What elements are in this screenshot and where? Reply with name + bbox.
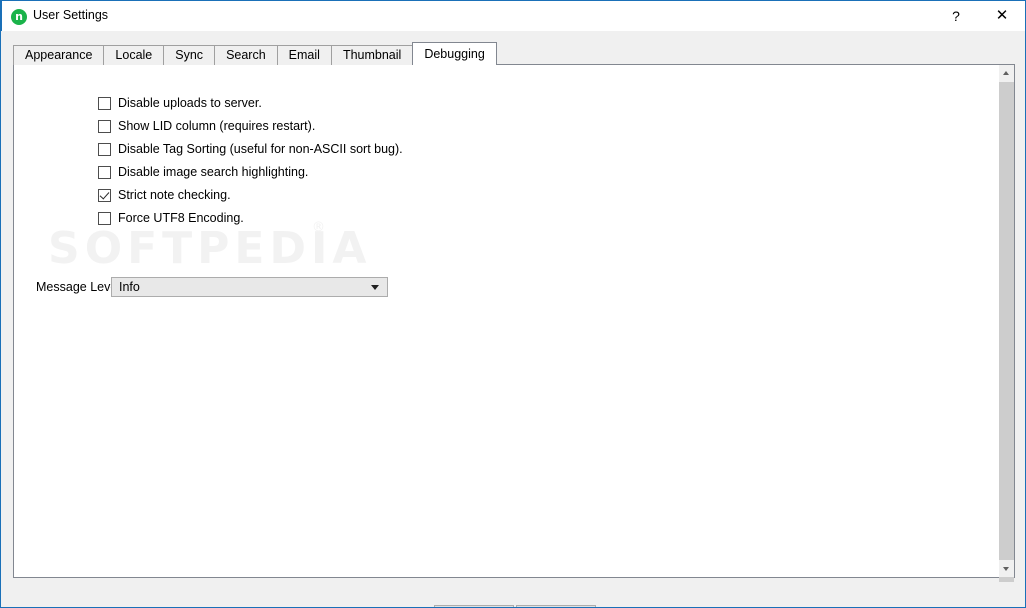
message-level-value: Info [119,280,140,294]
tab-label: Email [288,48,320,62]
checkbox-row-disable-tag-sorting[interactable]: Disable Tag Sorting (useful for non-ASCI… [98,140,403,158]
chevron-down-icon [371,285,379,290]
checkbox-label: Strict note checking. [118,188,231,202]
user-settings-dialog: n User Settings ? ✕ Appearance Locale Sy… [0,0,1026,608]
tab-label: Locale [115,48,153,62]
settings-tab-widget: Appearance Locale Sync Search Email Thum… [13,42,1015,582]
chevron-down-icon [1003,567,1009,571]
checkbox-disable-uploads[interactable] [98,96,111,110]
tab-email[interactable]: Email [276,45,332,65]
checkbox-disable-tag-sorting[interactable] [98,142,111,156]
tab-thumbnail[interactable]: Thumbnail [330,45,414,65]
checkbox-force-utf8-encoding[interactable] [98,211,111,225]
tab-label: Thumbnail [342,48,402,62]
tab-label: Search [226,48,266,62]
checkbox-label: Disable uploads to server. [118,96,262,110]
close-button[interactable]: ✕ [979,1,1025,31]
tab-sync[interactable]: Sync [163,45,216,65]
checkbox-label: Force UTF8 Encoding. [118,211,244,225]
app-icon: n [11,9,27,25]
message-level-label: Message Level [36,280,121,294]
title-bar: n User Settings ? ✕ [1,0,1025,31]
debugging-content: SOFTPEDIA ® Disable uploads to server. S… [14,65,998,577]
checkbox-label: Disable Tag Sorting (useful for non-ASCI… [118,142,403,156]
checkbox-row-disable-uploads[interactable]: Disable uploads to server. [98,94,262,112]
tab-debugging[interactable]: Debugging [412,42,497,65]
tab-locale[interactable]: Locale [103,45,165,65]
checkbox-row-show-lid-column[interactable]: Show LID column (requires restart). [98,117,315,135]
tab-label: Appearance [25,48,93,62]
tab-label: Debugging [424,47,485,61]
checkbox-strict-note-checking[interactable] [98,188,111,202]
tab-label: Sync [175,48,204,62]
dialog-button-bar: OK Cancel [2,591,1025,607]
checkbox-label: Disable image search highlighting. [118,165,309,179]
scroll-up-button[interactable] [999,65,1014,82]
tab-appearance[interactable]: Appearance [13,45,105,65]
checkbox-row-disable-image-search-highlighting[interactable]: Disable image search highlighting. [98,163,308,181]
checkbox-label: Show LID column (requires restart). [118,119,316,133]
vertical-scrollbar[interactable] [998,65,1014,582]
selected-tab-seam [413,64,495,65]
checkbox-row-force-utf8-encoding[interactable]: Force UTF8 Encoding. [98,209,244,227]
checkbox-disable-image-search-highlighting[interactable] [98,165,111,179]
tab-search[interactable]: Search [214,45,278,65]
softpedia-watermark: SOFTPEDIA [48,223,372,274]
scrollbar-thumb[interactable] [999,82,1014,582]
chevron-up-icon [1003,71,1009,75]
scroll-down-button[interactable] [999,560,1014,577]
checkbox-show-lid-column[interactable] [98,119,111,133]
tab-bar: Appearance Locale Sync Search Email Thum… [13,42,1015,65]
dialog-body: Appearance Locale Sync Search Email Thum… [2,31,1025,607]
help-button[interactable]: ? [933,1,979,31]
message-level-select[interactable]: Info [111,277,388,297]
checkbox-row-strict-note-checking[interactable]: Strict note checking. [98,186,231,204]
softpedia-watermark-mark: ® [312,220,325,235]
window-title: User Settings [33,8,109,22]
debugging-tab-panel: SOFTPEDIA ® Disable uploads to server. S… [13,64,1015,582]
